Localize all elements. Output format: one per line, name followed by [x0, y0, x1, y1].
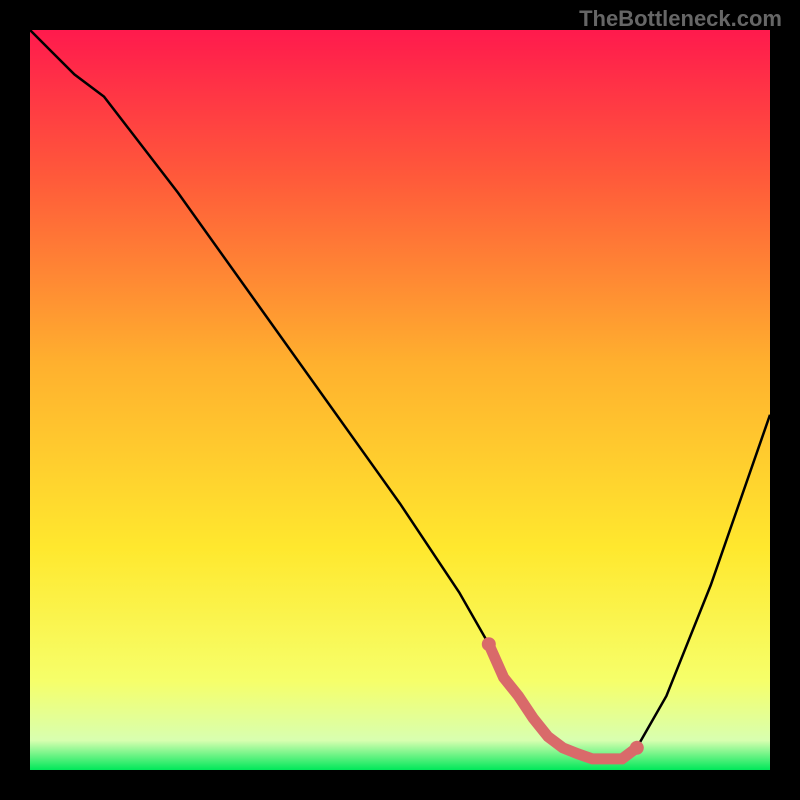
- gradient-background: [30, 30, 770, 770]
- bottleneck-chart: [30, 30, 770, 770]
- watermark-text: TheBottleneck.com: [579, 6, 782, 32]
